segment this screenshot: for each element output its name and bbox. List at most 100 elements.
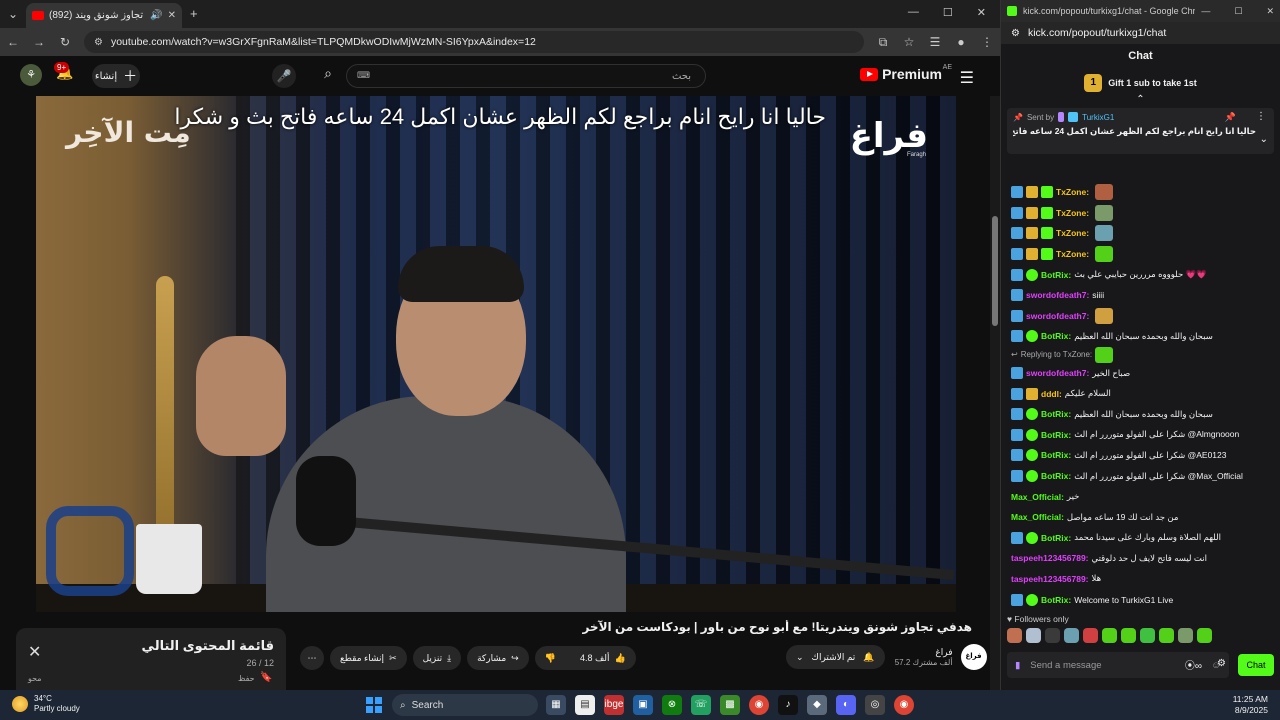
playlist-save-button[interactable]: حفظ	[238, 674, 255, 683]
emote-icon[interactable]	[1140, 628, 1155, 643]
playlist-close-icon[interactable]: ✕	[28, 642, 41, 662]
chat-message[interactable]: BotRix: اللهم الصلاة وسلم وبارك على سيدنا…	[1001, 528, 1280, 549]
chat-username[interactable]: BotRix:	[1041, 430, 1071, 440]
chat-message[interactable]: taspeeh123456789: انت ليسه فاتح لايف ل حد…	[1001, 548, 1280, 569]
audio-icon[interactable]: 🔊	[150, 10, 162, 21]
install-icon[interactable]: ⧉	[876, 35, 890, 50]
save-bookmark-icon[interactable]: 🔖	[260, 672, 272, 683]
maximize-icon[interactable]: ☐	[943, 6, 953, 19]
close-window-icon[interactable]: ✕	[977, 6, 986, 19]
voice-search-mic-icon[interactable]: 🎤	[272, 64, 296, 88]
reload-icon[interactable]: ↻	[58, 35, 72, 49]
pin-icon[interactable]: 📌	[1225, 112, 1236, 123]
task-view-icon[interactable]: ▦	[546, 695, 566, 715]
search-icon[interactable]: ⌕	[316, 65, 340, 87]
emote-icon[interactable]	[1102, 628, 1117, 643]
search-input[interactable]: ⌨ بحث	[346, 64, 706, 88]
app-icon[interactable]: ◎	[865, 695, 885, 715]
channel-info[interactable]: فراغ 57.2 ألف مشترك	[893, 647, 953, 667]
emote-icon[interactable]	[1083, 628, 1098, 643]
chrome-icon[interactable]: ◉	[894, 695, 914, 715]
more-options-icon[interactable]: ⋮	[1256, 111, 1266, 122]
like-icon[interactable]: 👍	[615, 653, 626, 664]
playlist-clear-button[interactable]: محو	[28, 674, 42, 683]
chat-message[interactable]: BotRix: حلوووه مرررين حبايبي علي بث 💗💗	[1001, 264, 1280, 285]
subscribed-button[interactable]: ⌄ تم الاشتراك 🔔	[786, 645, 885, 669]
create-button[interactable]: إنشاء ＋	[92, 64, 140, 88]
chat-message[interactable]: TxZone:	[1001, 182, 1280, 203]
dislike-icon[interactable]: 👎	[545, 653, 556, 664]
whatsapp-icon[interactable]: ☏	[691, 695, 711, 715]
chat-username[interactable]: TxZone:	[1056, 249, 1089, 259]
site-info-icon[interactable]: ⚙	[94, 37, 103, 48]
chat-username[interactable]: taspeeh123456789:	[1011, 574, 1089, 584]
share-button[interactable]: مشاركة ↪	[467, 646, 529, 670]
chat-message[interactable]: swordofdeath7:	[1001, 306, 1280, 327]
tiktok-icon[interactable]: ♪	[778, 695, 798, 715]
chat-username[interactable]: Max_Official:	[1011, 512, 1064, 522]
more-actions-button[interactable]: ⋯	[300, 646, 324, 670]
chat-message[interactable]: TxZone:	[1001, 223, 1280, 244]
emote-icon[interactable]	[1026, 628, 1041, 643]
kick-address-bar[interactable]: ⚙ kick.com/popout/turkixg1/chat	[1001, 22, 1280, 44]
address-bar[interactable]: ⚙ youtube.com/watch?v=w3GrXFgnRaM&list=T…	[84, 31, 864, 53]
chat-username[interactable]: BotRix:	[1041, 595, 1071, 605]
chat-message[interactable]: swordofdeath7: صباح الخير	[1001, 363, 1280, 384]
system-clock[interactable]: 11:25 AM 8/9/2025	[1233, 694, 1268, 716]
chat-username[interactable]: swordofdeath7:	[1026, 368, 1089, 378]
chat-username[interactable]: BotRix:	[1041, 533, 1071, 543]
chat-username[interactable]: BotRix:	[1041, 270, 1071, 280]
bookmark-star-icon[interactable]: ☆	[902, 35, 916, 49]
chat-username[interactable]: TxZone:	[1056, 208, 1089, 218]
emote-icon[interactable]	[1045, 628, 1060, 643]
chat-send-button[interactable]: Chat	[1238, 654, 1274, 676]
pinned-message[interactable]: 📌 Sent by TurkixG1 📌 ⋮ حاليا انا رايح ان…	[1007, 108, 1274, 154]
scrollbar-thumb[interactable]	[992, 216, 998, 326]
chat-message[interactable]: dddl: السلام عليكم	[1001, 383, 1280, 404]
app-cube-icon[interactable]: ◆	[807, 695, 827, 715]
discord-icon[interactable]: ◐	[836, 695, 856, 715]
media-icon[interactable]: ▣	[633, 695, 653, 715]
chat-username[interactable]: TxZone:	[1056, 228, 1089, 238]
emote-icon[interactable]	[1197, 628, 1212, 643]
minimize-icon[interactable]: —	[1201, 6, 1210, 16]
video-player[interactable]: مِت الآخِر فراغ Faragh حاليا انا رايح ان…	[36, 96, 956, 612]
chat-message[interactable]: BotRix: شكرا على الفولو متوررر ام الث @Ma…	[1001, 466, 1280, 487]
profile-icon[interactable]: ●	[954, 35, 968, 49]
start-windows-icon[interactable]	[366, 697, 382, 713]
chat-message[interactable]: Max_Official: من جد انت لك 19 ساعه مواصل	[1001, 507, 1280, 528]
chat-username[interactable]: dddl:	[1041, 389, 1062, 399]
xbox-icon[interactable]: ⊗	[662, 695, 682, 715]
chrome-icon[interactable]: ◉	[749, 695, 769, 715]
chat-username[interactable]: BotRix:	[1041, 471, 1071, 481]
channel-avatar[interactable]: فراغ	[960, 644, 987, 670]
chat-message[interactable]: BotRix: سبحان والله وبحمده سبحان الله الع…	[1001, 326, 1280, 347]
back-icon[interactable]: ←	[6, 35, 20, 49]
youtube-premium-logo[interactable]: Premium	[860, 66, 942, 82]
chat-message[interactable]: Max_Official: خير	[1001, 486, 1280, 507]
emote-icon[interactable]	[1064, 628, 1079, 643]
reading-list-icon[interactable]: ☰	[928, 35, 942, 49]
chat-username[interactable]: taspeeh123456789:	[1011, 553, 1089, 563]
chat-username[interactable]: BotRix:	[1041, 450, 1071, 460]
clip-button[interactable]: إنشاء مقطع ✂	[330, 646, 407, 670]
kicks-icon[interactable]: ⦿∞	[1185, 657, 1202, 672]
emote-icon[interactable]	[1178, 628, 1193, 643]
chat-message[interactable]: BotRix: شكرا على الفولو متوررر ام الث @AE…	[1001, 445, 1280, 466]
chat-message[interactable]: TxZone:	[1001, 244, 1280, 265]
page-scrollbar[interactable]	[990, 96, 1000, 690]
chat-username[interactable]: BotRix:	[1041, 331, 1071, 341]
chat-username[interactable]: BotRix:	[1041, 409, 1071, 419]
chat-message[interactable]: TxZone:	[1001, 203, 1280, 224]
account-avatar[interactable]: ⚘	[20, 64, 42, 86]
emote-icon[interactable]	[1121, 628, 1136, 643]
taskbar-search[interactable]: ⌕ Search	[392, 694, 538, 716]
forward-icon[interactable]: →	[32, 35, 46, 49]
pinned-user[interactable]: TurkixG1	[1082, 113, 1114, 122]
hamburger-menu-icon[interactable]: ☰	[960, 68, 974, 88]
chevron-down-icon[interactable]: ⌄	[1260, 134, 1268, 145]
notepad-icon[interactable]: ▤	[575, 695, 595, 715]
chat-username[interactable]: TxZone:	[1056, 187, 1089, 197]
weather-widget[interactable]: 34°C Partly cloudy	[12, 694, 80, 714]
chat-message[interactable]: BotRix: شكرا على الفولو متوررر ام الث @Al…	[1001, 425, 1280, 446]
